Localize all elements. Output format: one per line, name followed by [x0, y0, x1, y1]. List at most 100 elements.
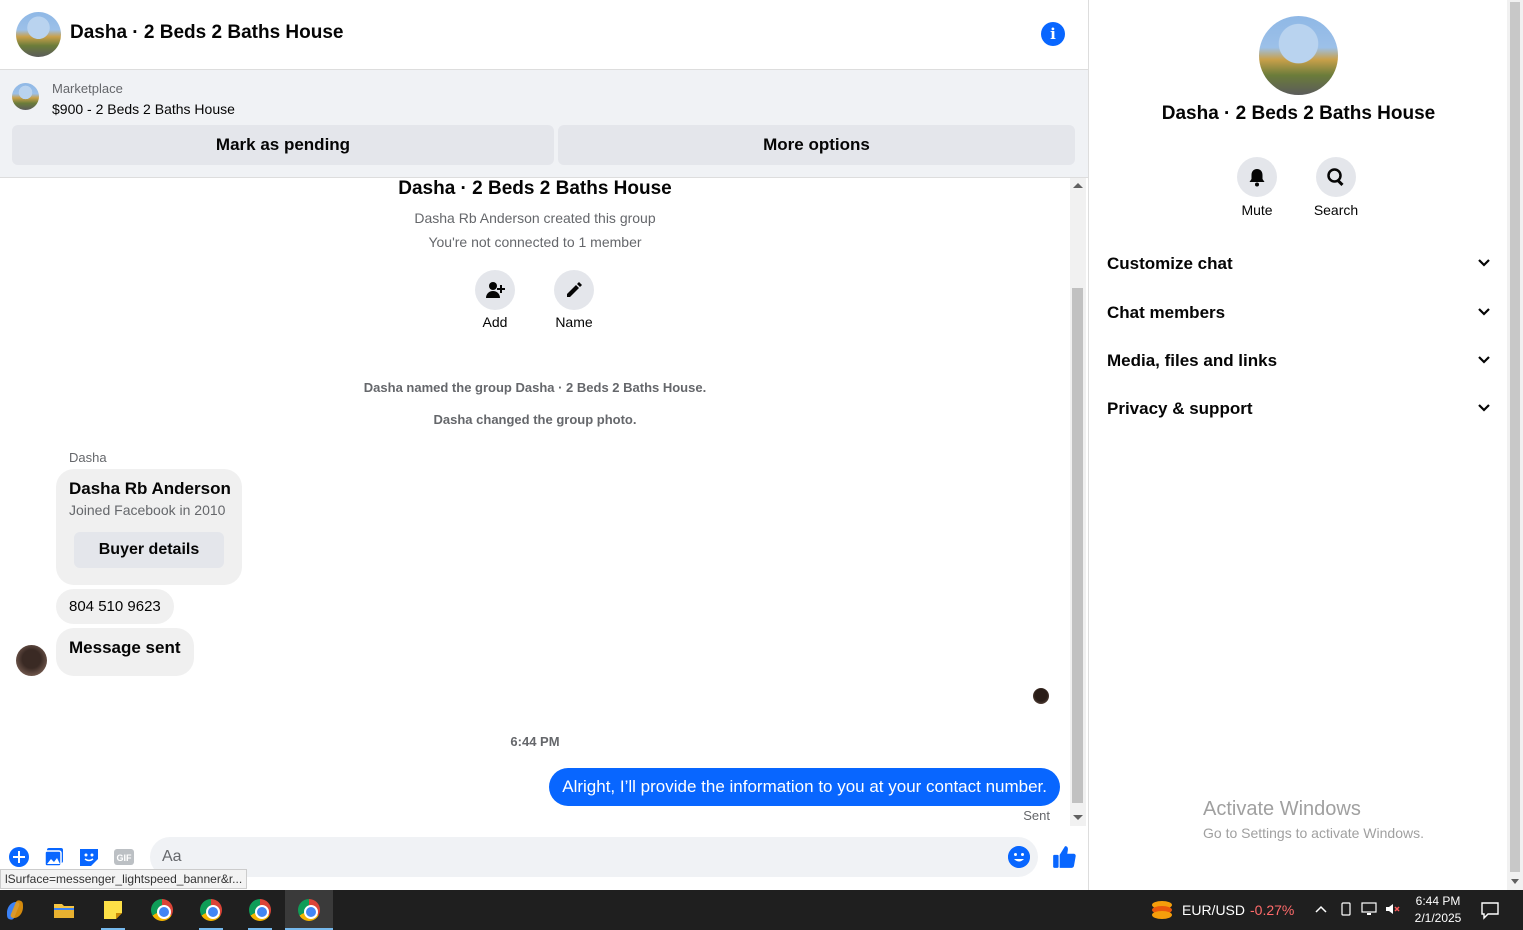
section-customize-chat[interactable]: Customize chat: [1107, 244, 1491, 284]
chevron-down-icon: [1478, 259, 1490, 267]
search-button[interactable]: [1316, 157, 1356, 197]
chevron-down-icon: [1478, 308, 1490, 316]
activate-windows-watermark: Activate Windows Go to Settings to activ…: [1203, 798, 1424, 841]
pencil-icon: [567, 282, 582, 297]
emoji-icon[interactable]: [1008, 846, 1030, 868]
outgoing-message-bubble[interactable]: Alright, I’ll provide the information to…: [549, 768, 1060, 806]
more-options-button[interactable]: More options: [558, 125, 1075, 165]
panel-title: Dasha · 2 Beds 2 Baths House: [1161, 103, 1436, 124]
listing-thumbnail[interactable]: [12, 83, 39, 110]
mute-label: Mute: [1241, 202, 1273, 218]
message-bubble-sent-notice[interactable]: Message sent: [56, 628, 194, 676]
network-icon[interactable]: [1361, 902, 1377, 918]
chevron-down-icon: [1478, 404, 1490, 412]
sticker-icon[interactable]: [78, 846, 100, 868]
add-member-button[interactable]: [475, 270, 515, 310]
listing-title[interactable]: $900 - 2 Beds 2 Baths House: [52, 101, 235, 117]
ticker-change: -0.27%: [1250, 902, 1295, 918]
window-scrollbar[interactable]: [1507, 0, 1523, 890]
section-label: Media, files and links: [1107, 351, 1278, 370]
folder-icon: [54, 904, 74, 918]
buyer-joined: Joined Facebook in 2010: [69, 502, 226, 518]
chat-header: Dasha · 2 Beds 2 Baths House i: [0, 0, 1088, 70]
gif-icon[interactable]: GIF: [113, 846, 135, 868]
taskbar-chrome-3[interactable]: [236, 890, 284, 930]
sent-status: Sent: [1023, 808, 1050, 823]
currency-stack-icon: [1152, 901, 1172, 919]
section-chat-members[interactable]: Chat members: [1107, 293, 1491, 333]
taskbar-file-explorer[interactable]: [40, 890, 88, 930]
watermark-line1: Activate Windows: [1203, 798, 1361, 820]
messenger-window: Dasha · 2 Beds 2 Baths House i Marketpla…: [0, 0, 1523, 890]
event-group-named: Dasha named the group Dasha · 2 Beds 2 B…: [363, 380, 707, 395]
chrome-icon: [298, 899, 320, 921]
chrome-icon: [200, 899, 222, 921]
taskbar: EUR/USD -0.27% 6:44 PM 2/1/2025: [0, 890, 1523, 930]
group-title: Dasha · 2 Beds 2 Baths House: [398, 178, 672, 199]
section-label: Chat members: [1107, 303, 1226, 322]
section-label: Privacy & support: [1107, 399, 1253, 418]
section-media-files-links[interactable]: Media, files and links: [1107, 341, 1491, 381]
chevron-down-icon: [1478, 356, 1490, 364]
thumbs-up-icon[interactable]: [1051, 844, 1077, 870]
chrome-icon: [249, 899, 271, 921]
device-icon[interactable]: [1338, 902, 1354, 918]
scroll-down-arrow-icon[interactable]: [1073, 815, 1083, 820]
thread-scrollbar[interactable]: [1070, 178, 1086, 826]
watermark-line2: Go to Settings to activate Windows.: [1203, 825, 1424, 841]
mark-as-pending-button[interactable]: Mark as pending: [12, 125, 554, 165]
clock-date: 2/1/2025: [1414, 911, 1462, 925]
buyer-details-button[interactable]: Buyer details: [74, 532, 224, 568]
chat-title[interactable]: Dasha · 2 Beds 2 Baths House: [70, 22, 343, 44]
section-privacy-support[interactable]: Privacy & support: [1107, 389, 1491, 429]
not-connected-notice: You're not connected to 1 member: [428, 234, 642, 250]
avatar[interactable]: [16, 645, 47, 676]
scroll-up-arrow-icon[interactable]: [1073, 183, 1083, 188]
mute-button[interactable]: [1237, 157, 1277, 197]
photo-icon[interactable]: [43, 846, 65, 868]
event-photo-changed: Dasha changed the group photo.: [433, 412, 637, 427]
info-icon[interactable]: i: [1041, 22, 1065, 46]
panel-group-avatar[interactable]: [1259, 16, 1338, 95]
sender-name: Dasha: [69, 450, 107, 465]
buyer-name: Dasha Rb Anderson: [69, 479, 231, 498]
sticky-note-icon: [104, 901, 122, 919]
message-thread: Dasha · 2 Beds 2 Baths House Dasha Rb An…: [0, 178, 1070, 826]
chevron-up-icon[interactable]: [1313, 902, 1329, 918]
taskbar-chrome-4[interactable]: [285, 890, 333, 930]
marketplace-label: Marketplace: [52, 81, 123, 96]
volume-muted-icon[interactable]: [1385, 902, 1401, 918]
rename-group-button[interactable]: [554, 270, 594, 310]
message-input-wrapper: [150, 837, 1038, 877]
add-person-icon: [486, 282, 505, 298]
clock-time: 6:44 PM: [1415, 894, 1461, 908]
ticker-symbol: EUR/USD: [1182, 902, 1246, 918]
read-receipt-avatar: [1033, 688, 1049, 704]
search-label: Search: [1313, 202, 1359, 218]
taskbar-chrome-1[interactable]: [138, 890, 186, 930]
section-label: Customize chat: [1107, 254, 1233, 273]
copilot-icon: [7, 900, 23, 920]
message-input[interactable]: [162, 845, 982, 869]
group-avatar[interactable]: [16, 12, 61, 57]
scroll-thumb[interactable]: [1072, 288, 1083, 803]
message-bubble-phone[interactable]: 804 510 9623: [56, 589, 174, 624]
chat-info-panel: Dasha · 2 Beds 2 Baths House Mute Search…: [1088, 0, 1507, 890]
bell-icon: [1249, 169, 1265, 187]
message-timestamp: 6:44 PM: [510, 734, 560, 749]
add-label: Add: [482, 314, 508, 330]
taskbar-sticky-notes[interactable]: [89, 890, 137, 930]
window-scroll-thumb[interactable]: [1510, 2, 1520, 872]
scroll-down-arrow-icon[interactable]: [1511, 879, 1519, 884]
search-icon: [1327, 168, 1344, 187]
buyer-card: Dasha Rb Anderson Joined Facebook in 201…: [56, 469, 242, 585]
name-label: Name: [555, 314, 593, 330]
marketplace-banner: Marketplace $900 - 2 Beds 2 Baths House …: [0, 70, 1088, 178]
system-clock[interactable]: 6:44 PM 2/1/2025: [1408, 893, 1468, 927]
taskbar-chrome-2[interactable]: [187, 890, 235, 930]
created-group-notice: Dasha Rb Anderson created this group: [414, 210, 656, 226]
chat-column: Dasha · 2 Beds 2 Baths House i Marketpla…: [0, 0, 1088, 890]
notification-icon[interactable]: [1480, 900, 1500, 920]
chrome-icon: [151, 899, 173, 921]
plus-circle-icon[interactable]: [8, 846, 30, 868]
